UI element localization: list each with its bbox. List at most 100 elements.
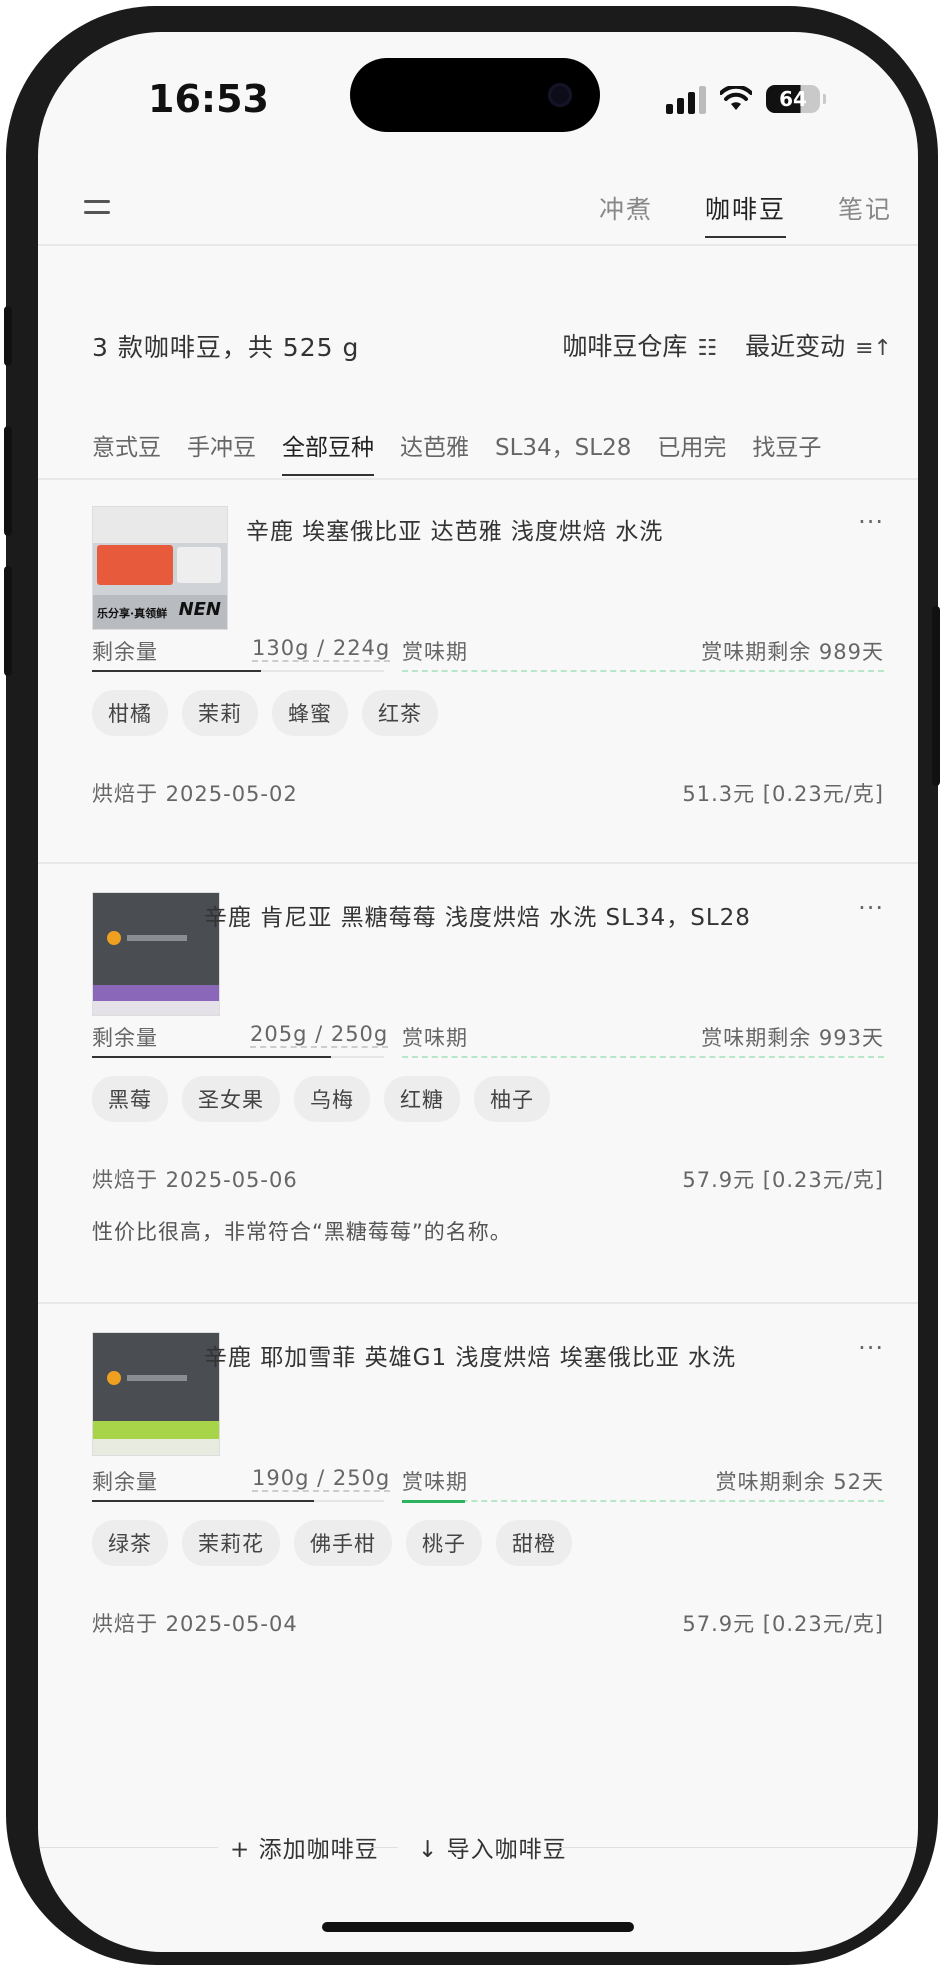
flavor-tag: 蜂蜜 — [272, 690, 348, 736]
remaining-bar-fill — [92, 670, 262, 672]
freshness-label: 赏味期 — [402, 1470, 468, 1494]
freshness-bar-fill — [402, 1500, 465, 1503]
more-icon[interactable]: ··· — [858, 894, 884, 922]
remaining-label: 剩余量 — [92, 1470, 158, 1494]
bottom-actions: + 添加咖啡豆 ↓ 导入咖啡豆 — [38, 1828, 918, 1868]
warehouse-label: 咖啡豆仓库 — [562, 332, 688, 361]
flavor-tag: 茉莉 — [182, 690, 258, 736]
phone-frame: 16:53 64 冲煮 咖啡豆 笔记 3 款咖啡豆，共 525 g 咖啡豆仓库 ☷… — [4, 6, 940, 1965]
flavor-tags: 柑橘 茉莉 蜂蜜 红茶 — [92, 690, 438, 736]
tab-coffee-beans[interactable]: 咖啡豆 — [704, 190, 786, 238]
remaining-value[interactable]: 130g / 224g — [252, 636, 391, 662]
freshness-bar — [402, 670, 884, 674]
filter-espresso[interactable]: 意式豆 — [92, 428, 161, 476]
remaining-bar — [92, 1056, 384, 1058]
bean-name: 辛鹿 耶加雪菲 英雄G1 浅度烘焙 埃塞俄比亚 水洗 — [204, 1345, 737, 1371]
dynamic-island — [350, 58, 600, 132]
bean-thumbnail — [92, 1332, 220, 1456]
list-icon: ☷ — [697, 336, 718, 361]
freshness-value: 赏味期剩余 52天 — [715, 1470, 884, 1494]
flavor-tags: 绿茶 茉莉花 佛手柑 桃子 甜橙 — [92, 1520, 572, 1566]
divider-line — [368, 1847, 398, 1848]
freshness-value: 赏味期剩余 989天 — [701, 640, 884, 664]
bean-summary: 3 款咖啡豆，共 525 g — [92, 333, 360, 362]
freshness-label: 赏味期 — [402, 1026, 468, 1050]
more-icon[interactable]: ··· — [858, 1334, 884, 1362]
remaining-label: 剩余量 — [92, 1026, 158, 1050]
flavor-tag: 甜橙 — [496, 1520, 572, 1566]
price: 51.3元 [0.23元/克] — [682, 782, 884, 806]
remaining-bar-fill — [92, 1056, 332, 1058]
bean-thumbnail — [92, 892, 220, 1016]
flavor-tag: 红糖 — [384, 1076, 460, 1122]
freshness-bar — [402, 1056, 884, 1060]
roast-date: 烘焙于 2025-05-02 — [92, 782, 298, 806]
filter-sl34-sl28[interactable]: SL34，SL28 — [495, 428, 631, 476]
more-icon[interactable]: ··· — [858, 508, 884, 536]
filter-find-beans[interactable]: 找豆子 — [752, 428, 821, 476]
filter-used-up[interactable]: 已用完 — [657, 428, 726, 476]
add-bean-button[interactable]: + 添加咖啡豆 — [230, 1830, 379, 1864]
battery-icon: 64 — [766, 85, 826, 113]
tab-notes[interactable]: 笔记 — [838, 190, 892, 238]
sort-label: 最近变动 — [745, 332, 846, 361]
sort-button[interactable]: 最近变动 ≡↑ — [745, 327, 892, 363]
wifi-icon — [720, 86, 752, 110]
flavor-tag: 乌梅 — [294, 1076, 370, 1122]
bean-name: 辛鹿 埃塞俄比亚 达芭雅 浅度烘焙 水洗 — [246, 519, 664, 545]
roast-date: 烘焙于 2025-05-04 — [92, 1612, 298, 1636]
filter-pour-over[interactable]: 手冲豆 — [187, 428, 256, 476]
remaining-label: 剩余量 — [92, 640, 158, 664]
sort-icon: ≡↑ — [855, 336, 892, 361]
top-tabs: 冲煮 咖啡豆 笔记 — [599, 190, 892, 238]
flavor-tag: 柑橘 — [92, 690, 168, 736]
home-indicator[interactable] — [322, 1922, 634, 1932]
remaining-value[interactable]: 205g / 250g — [250, 1022, 389, 1048]
nav-divider — [38, 244, 918, 246]
remaining-value[interactable]: 190g / 250g — [252, 1466, 391, 1492]
bean-thumbnail: 乐分享·真领鲜 NEN — [92, 506, 228, 630]
flavor-tag: 佛手柑 — [294, 1520, 392, 1566]
price: 57.9元 [0.23元/克] — [682, 1168, 884, 1192]
side-button — [4, 306, 12, 366]
flavor-tag: 桃子 — [406, 1520, 482, 1566]
flavor-tag: 红茶 — [362, 690, 438, 736]
import-bean-button[interactable]: ↓ 导入咖啡豆 — [418, 1830, 567, 1864]
remaining-bar — [92, 1500, 384, 1502]
divider-line — [38, 1847, 218, 1848]
bean-card[interactable]: 乐分享·真领鲜 NEN 辛鹿 埃塞俄比亚 达芭雅 浅度烘焙 水洗 ··· 剩余量… — [38, 478, 918, 862]
bean-card[interactable]: 辛鹿 肯尼亚 黑糖莓莓 浅度烘焙 水洗 SL34，SL28 ··· 剩余量 20… — [38, 864, 918, 1302]
freshness-bar — [402, 1500, 884, 1504]
flavor-tag: 茉莉花 — [182, 1520, 280, 1566]
volume-down-button — [4, 566, 12, 676]
filter-tabs: 意式豆 手冲豆 全部豆种 达芭雅 SL34，SL28 已用完 找豆子 — [92, 428, 821, 476]
divider-line — [558, 1847, 918, 1848]
warehouse-button[interactable]: 咖啡豆仓库 ☷ — [562, 327, 717, 363]
remaining-bar-fill — [92, 1500, 314, 1502]
status-time: 16:53 — [148, 77, 269, 121]
power-button — [932, 606, 940, 786]
flavor-tag: 圣女果 — [182, 1076, 280, 1122]
toolbar: 咖啡豆仓库 ☷ 最近变动 ≡↑ — [562, 327, 892, 363]
thumbnail-caption: 乐分享·真领鲜 — [97, 607, 168, 620]
filter-dabaya[interactable]: 达芭雅 — [400, 428, 469, 476]
tab-brew[interactable]: 冲煮 — [599, 190, 653, 238]
flavor-tag: 绿茶 — [92, 1520, 168, 1566]
roast-date: 烘焙于 2025-05-06 — [92, 1168, 298, 1192]
price: 57.9元 [0.23元/克] — [682, 1612, 884, 1636]
menu-icon[interactable] — [84, 200, 110, 216]
status-icons: 64 — [666, 82, 826, 116]
camera-icon — [548, 83, 572, 107]
flavor-tag: 黑莓 — [92, 1076, 168, 1122]
bean-name: 辛鹿 肯尼亚 黑糖莓莓 浅度烘焙 水洗 SL34，SL28 — [204, 905, 751, 931]
remaining-bar — [92, 670, 384, 672]
screen: 16:53 64 冲煮 咖啡豆 笔记 3 款咖啡豆，共 525 g 咖啡豆仓库 ☷… — [38, 32, 918, 1952]
volume-up-button — [4, 426, 12, 536]
freshness-value: 赏味期剩余 993天 — [701, 1026, 884, 1050]
flavor-tags: 黑莓 圣女果 乌梅 红糖 柚子 — [92, 1076, 550, 1122]
freshness-label: 赏味期 — [402, 640, 468, 664]
flavor-tag: 柚子 — [474, 1076, 550, 1122]
filter-all[interactable]: 全部豆种 — [282, 428, 374, 476]
bean-note: 性价比很高，非常符合“黑糖莓莓”的名称。 — [92, 1220, 512, 1244]
bean-card[interactable]: 辛鹿 耶加雪菲 英雄G1 浅度烘焙 埃塞俄比亚 水洗 ··· 剩余量 190g … — [38, 1304, 918, 1684]
